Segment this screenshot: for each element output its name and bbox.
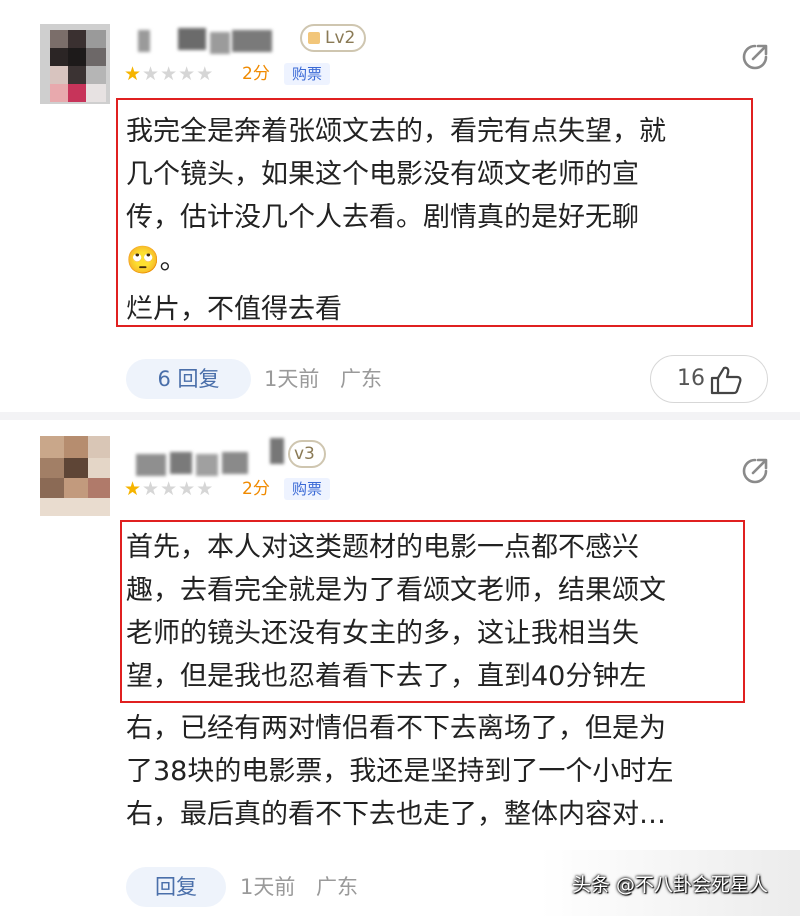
level-badge: v3 bbox=[288, 440, 326, 468]
star-empty-icon: ★ bbox=[142, 478, 161, 500]
thumbs-up-icon bbox=[710, 366, 742, 395]
star-empty-icon: ★ bbox=[160, 63, 179, 85]
avatar[interactable] bbox=[40, 24, 110, 104]
ticket-tag: 购票 bbox=[284, 63, 331, 85]
comment-line: 了38块的电影票，我还是坚持到了一个小时左 bbox=[126, 756, 674, 787]
level-icon bbox=[308, 32, 320, 44]
star-empty-icon: ★ bbox=[196, 478, 215, 500]
avatar[interactable] bbox=[40, 436, 110, 516]
like-button[interactable]: 16 bbox=[650, 355, 768, 403]
comment-line: 🙄。 bbox=[126, 245, 187, 276]
comment-line: 我完全是奔着张颂文去的，看完有点失望，就 bbox=[126, 116, 666, 147]
comment-line: 望，但是我也忍着看下去了，直到40分钟左 bbox=[126, 661, 647, 692]
comment-card: v3 ★★★★★ 2分 购票 首先，本人对这类题材的电影一点都不感兴 趣，去看完… bbox=[0, 416, 800, 916]
star-filled-icon: ★ bbox=[124, 478, 143, 500]
star-rating: ★★★★★ bbox=[124, 64, 214, 84]
location: 广东 bbox=[340, 367, 382, 391]
comment-line: 烂片，不值得去看 bbox=[126, 294, 342, 325]
ticket-tag: 购票 bbox=[284, 478, 331, 500]
star-empty-icon: ★ bbox=[196, 63, 215, 85]
share-icon[interactable] bbox=[740, 456, 770, 486]
comment-line: 趣，去看完全就是为了看颂文老师，结果颂文 bbox=[126, 575, 666, 606]
star-filled-icon: ★ bbox=[124, 63, 143, 85]
star-empty-icon: ★ bbox=[142, 63, 161, 85]
timestamp: 1天前 bbox=[240, 875, 296, 899]
share-icon[interactable] bbox=[740, 42, 770, 72]
location: 广东 bbox=[316, 875, 358, 899]
timestamp: 1天前 bbox=[264, 367, 320, 391]
comment-line: 传，估计没几个人去看。剧情真的是好无聊 bbox=[126, 202, 639, 233]
rating-score: 2分 bbox=[242, 64, 270, 84]
level-badge: Lv2 bbox=[300, 24, 367, 52]
star-empty-icon: ★ bbox=[160, 478, 179, 500]
comment-line: 首先，本人对这类题材的电影一点都不感兴 bbox=[126, 532, 639, 563]
like-count: 16 bbox=[677, 366, 705, 391]
watermark: 头条 @不八卦会死星人 bbox=[572, 874, 769, 896]
reply-button[interactable]: 6 回复 bbox=[126, 359, 251, 399]
comment-line: 老师的镜头还没有女主的多，这让我相当失 bbox=[126, 618, 639, 649]
comment-line: 右，最后真的看不下去也走了，整体内容对… bbox=[126, 799, 666, 830]
comment-card: Lv2 ★★★★★ 2分 购票 我完全是奔着张颂文去的，看完有点失望，就 几个镜… bbox=[0, 0, 800, 416]
comment-line: 几个镜头，如果这个电影没有颂文老师的宣 bbox=[126, 159, 639, 190]
star-rating: ★★★★★ bbox=[124, 479, 214, 499]
rating-score: 2分 bbox=[242, 479, 270, 499]
comment-line: 右，已经有两对情侣看不下去离场了，但是为 bbox=[126, 713, 666, 744]
star-empty-icon: ★ bbox=[178, 63, 197, 85]
reply-button[interactable]: 回复 bbox=[126, 867, 226, 907]
star-empty-icon: ★ bbox=[178, 478, 197, 500]
